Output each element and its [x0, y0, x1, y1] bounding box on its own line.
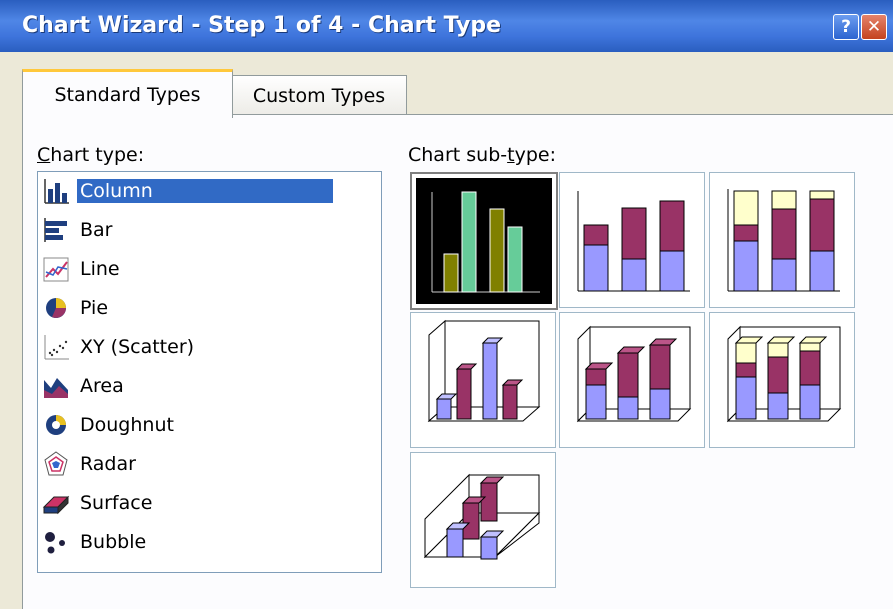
- list-scrollbar[interactable]: ⌃ ⌄: [381, 172, 382, 572]
- subtype-3d-clustered-column[interactable]: [410, 312, 556, 448]
- list-item-label: Surface: [80, 492, 153, 514]
- window-title: Chart Wizard - Step 1 of 4 - Chart Type: [22, 13, 502, 38]
- subtype-3d-100-percent-stacked-column[interactable]: [709, 312, 855, 448]
- tab-standard-types[interactable]: Standard Types: [22, 69, 233, 118]
- list-item-label: Bar: [80, 219, 113, 241]
- list-item-label: Doughnut: [80, 414, 174, 436]
- 3d-percent-stacked-column-thumbnail: [726, 325, 842, 423]
- 3d-column-thumbnail: [423, 473, 541, 560]
- list-item-area[interactable]: Area: [42, 367, 342, 405]
- chart-type-list[interactable]: Column Bar Line Pie XY (Scatter) Area Do…: [37, 171, 382, 573]
- scatter-chart-icon: [44, 335, 69, 360]
- list-item-doughnut[interactable]: Doughnut: [42, 406, 342, 444]
- clustered-column-thumbnail: [416, 178, 552, 304]
- list-item-label: Column: [77, 179, 333, 203]
- area-chart-icon: [44, 378, 68, 398]
- close-button[interactable]: ✕: [861, 14, 887, 40]
- list-item-label: XY (Scatter): [80, 336, 195, 358]
- bar-chart-icon: [44, 218, 67, 242]
- list-item-label: Bubble: [80, 531, 147, 553]
- column-chart-icon: [44, 179, 69, 204]
- subtype-clustered-column[interactable]: [410, 172, 558, 310]
- list-item-column[interactable]: Column: [42, 172, 342, 210]
- list-item-label: Radar: [80, 453, 136, 475]
- help-button[interactable]: ?: [833, 14, 859, 40]
- 3d-stacked-column-thumbnail: [576, 325, 692, 423]
- percent-stacked-column-thumbnail: [727, 189, 840, 292]
- list-item-line[interactable]: Line: [42, 250, 342, 288]
- subtype-stacked-column[interactable]: [559, 172, 705, 308]
- list-item-pie[interactable]: Pie: [42, 289, 342, 327]
- chart-type-label: Chart type:: [37, 144, 145, 166]
- list-item-radar[interactable]: Radar: [42, 445, 342, 483]
- subtype-100-percent-stacked-column[interactable]: [709, 172, 855, 308]
- chart-subtype-label: Chart sub-type:: [408, 144, 556, 166]
- 3d-clustered-column-thumbnail: [427, 319, 541, 423]
- tab-custom-types[interactable]: Custom Types: [231, 75, 407, 116]
- list-item-label: Pie: [80, 297, 109, 319]
- subtype-3d-stacked-column[interactable]: [559, 312, 705, 448]
- radar-chart-icon: [44, 451, 68, 476]
- list-item-scatter[interactable]: XY (Scatter): [42, 328, 342, 366]
- list-item-surface[interactable]: Surface: [42, 484, 342, 522]
- doughnut-chart-icon: [46, 415, 66, 435]
- bubble-chart-icon: [45, 532, 65, 554]
- subtype-3d-column[interactable]: [410, 452, 556, 588]
- title-bar: Chart Wizard - Step 1 of 4 - Chart Type …: [0, 0, 893, 52]
- surface-chart-icon: [42, 495, 70, 515]
- stacked-column-thumbnail: [577, 191, 690, 292]
- list-item-bubble[interactable]: Bubble: [42, 523, 342, 561]
- pie-chart-icon: [46, 298, 66, 318]
- list-item-label: Line: [80, 258, 120, 280]
- list-item-label: Area: [80, 375, 124, 397]
- list-item-bar[interactable]: Bar: [42, 211, 342, 249]
- line-chart-icon: [43, 257, 69, 282]
